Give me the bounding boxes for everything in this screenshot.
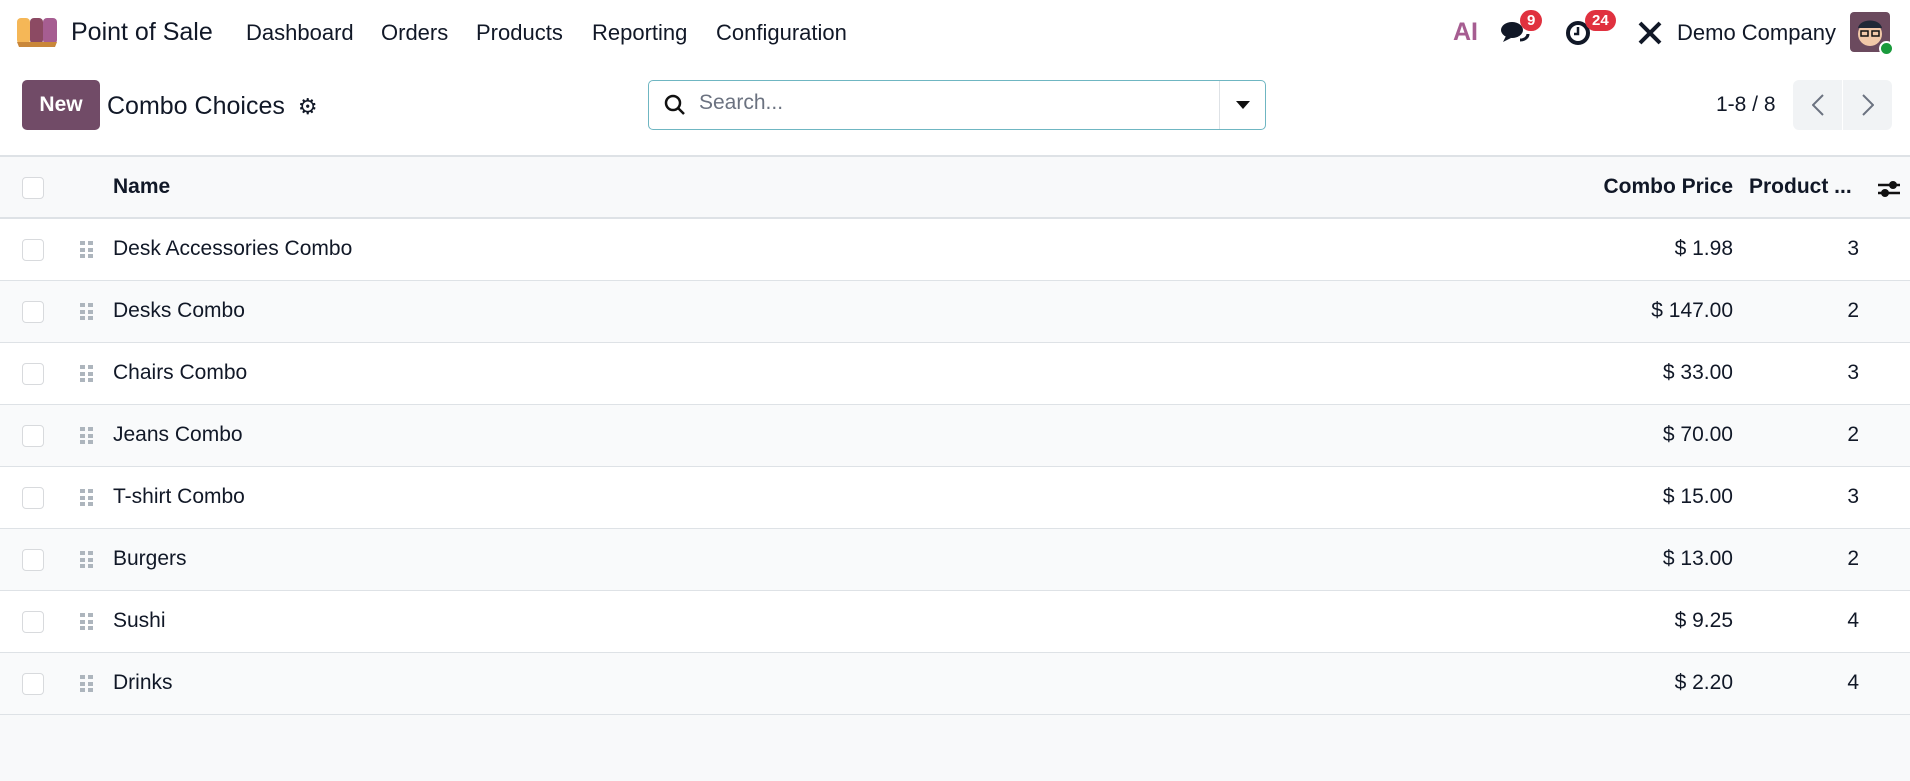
company-switcher[interactable]: Demo Company: [1677, 20, 1836, 46]
drag-handle-icon[interactable]: [80, 551, 93, 569]
select-all-checkbox[interactable]: [22, 177, 44, 199]
table-row[interactable]: Desk Accessories Combo $ 1.98 3: [0, 219, 1910, 281]
search-options-toggle[interactable]: [1219, 81, 1265, 129]
cell-name: Desk Accessories Combo: [113, 237, 353, 260]
pager-value[interactable]: 1-8 / 8: [1716, 93, 1776, 117]
search-icon: [664, 94, 685, 115]
cell-product-count: 3: [1847, 485, 1859, 508]
row-checkbox[interactable]: [22, 673, 44, 695]
drag-handle-icon[interactable]: [80, 489, 93, 507]
page-title: Combo Choices ⚙: [107, 92, 318, 121]
cell-product-count: 2: [1847, 299, 1859, 322]
drag-handle-icon[interactable]: [80, 241, 93, 259]
cell-name: Drinks: [113, 671, 173, 694]
row-checkbox[interactable]: [22, 549, 44, 571]
pos-app-icon[interactable]: [17, 16, 58, 48]
drag-handle-icon[interactable]: [80, 303, 93, 321]
messages-button[interactable]: 9: [1500, 10, 1543, 46]
pager-previous-button[interactable]: [1793, 80, 1842, 130]
cell-product-count: 2: [1847, 547, 1859, 570]
cell-product-count: 4: [1847, 671, 1859, 694]
cell-combo-price: $ 1.98: [1674, 237, 1733, 260]
cell-name: Jeans Combo: [113, 423, 243, 446]
chevron-right-icon: [1861, 94, 1874, 116]
online-status-dot: [1879, 41, 1894, 56]
breadcrumb-title: Combo Choices: [107, 92, 285, 120]
table-row[interactable]: Sushi $ 9.25 4: [0, 591, 1910, 653]
table-row[interactable]: Burgers $ 13.00 2: [0, 529, 1910, 591]
search-input[interactable]: [699, 91, 1199, 115]
tools-icon[interactable]: [1637, 20, 1663, 51]
drag-handle-icon[interactable]: [80, 675, 93, 693]
table-row[interactable]: Desks Combo $ 147.00 2: [0, 281, 1910, 343]
row-checkbox[interactable]: [22, 239, 44, 261]
cell-name: Sushi: [113, 609, 166, 632]
menu-configuration[interactable]: Configuration: [716, 20, 847, 46]
column-header-combo-price[interactable]: Combo Price: [1603, 175, 1733, 199]
cell-name: Desks Combo: [113, 299, 245, 322]
drag-handle-icon[interactable]: [80, 365, 93, 383]
cell-combo-price: $ 147.00: [1651, 299, 1733, 322]
activities-badge: 24: [1585, 10, 1616, 31]
cell-name: Chairs Combo: [113, 361, 248, 384]
ai-label: AI: [1453, 18, 1478, 46]
pager-next-button[interactable]: [1843, 80, 1892, 130]
cell-combo-price: $ 33.00: [1662, 361, 1733, 384]
row-checkbox[interactable]: [22, 487, 44, 509]
menu-products[interactable]: Products: [476, 20, 563, 46]
table-row[interactable]: Chairs Combo $ 33.00 3: [0, 343, 1910, 405]
menu-dashboard[interactable]: Dashboard: [246, 20, 354, 46]
control-panel: New Combo Choices ⚙ 1-8 / 8: [0, 66, 1910, 157]
chevron-left-icon: [1811, 94, 1824, 116]
cell-combo-price: $ 13.00: [1662, 547, 1733, 570]
row-checkbox[interactable]: [22, 363, 44, 385]
cell-name: T-shirt Combo: [113, 485, 245, 508]
cell-product-count: 4: [1847, 609, 1859, 632]
drag-handle-icon[interactable]: [80, 427, 93, 445]
top-navbar: Point of Sale Dashboard Orders Products …: [0, 0, 1910, 66]
row-checkbox[interactable]: [22, 301, 44, 323]
user-avatar[interactable]: [1850, 12, 1894, 56]
column-header-product-count[interactable]: Product ...: [1749, 175, 1852, 199]
caret-down-icon: [1235, 101, 1250, 109]
table-header: Name Combo Price Product ...: [0, 157, 1910, 219]
cell-combo-price: $ 2.20: [1674, 671, 1733, 694]
table-row[interactable]: T-shirt Combo $ 15.00 3: [0, 467, 1910, 529]
cell-combo-price: $ 70.00: [1662, 423, 1733, 446]
table-row[interactable]: Drinks $ 2.20 4: [0, 653, 1910, 715]
cell-product-count: 3: [1847, 361, 1859, 384]
column-header-name[interactable]: Name: [113, 175, 170, 199]
activities-button[interactable]: 24: [1565, 10, 1616, 46]
messages-badge: 9: [1520, 10, 1543, 31]
gear-icon[interactable]: ⚙: [298, 94, 318, 119]
row-checkbox[interactable]: [22, 611, 44, 633]
menu-orders[interactable]: Orders: [381, 20, 448, 46]
cell-combo-price: $ 15.00: [1662, 485, 1733, 508]
cell-name: Burgers: [113, 547, 187, 570]
menu-reporting[interactable]: Reporting: [592, 20, 687, 46]
row-checkbox[interactable]: [22, 425, 44, 447]
cell-combo-price: $ 9.25: [1674, 609, 1733, 632]
cell-product-count: 3: [1847, 237, 1859, 260]
drag-handle-icon[interactable]: [80, 613, 93, 631]
cell-product-count: 2: [1847, 423, 1859, 446]
table-row[interactable]: Jeans Combo $ 70.00 2: [0, 405, 1910, 467]
new-button[interactable]: New: [22, 80, 100, 130]
ai-icon[interactable]: AI: [1453, 18, 1478, 47]
optional-columns-toggle-icon[interactable]: [1877, 178, 1901, 200]
search-bar: [648, 80, 1266, 130]
app-name[interactable]: Point of Sale: [71, 18, 213, 47]
